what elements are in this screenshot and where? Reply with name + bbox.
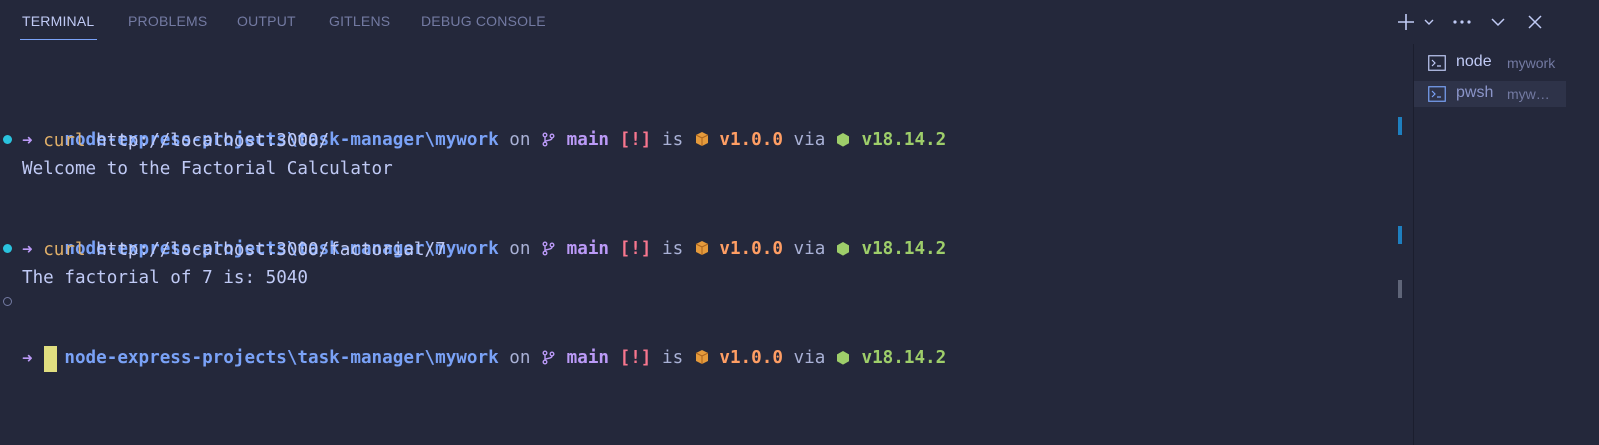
command-name: curl [43,240,86,260]
terminal-name: node [1456,53,1492,70]
prompt-via: via [793,239,826,259]
prompt-via: via [793,348,826,368]
command-line: ➜ curl http://localhost:3000/ [22,128,329,154]
prompt-on: on [509,130,531,150]
tab-gitlens[interactable]: GITLENS [329,13,390,29]
package-version: v1.0.0 [719,348,783,368]
close-icon[interactable] [1527,14,1543,30]
prompt-arrow: ➜ [22,240,33,260]
tab-debug-console[interactable]: DEBUG CONSOLE [421,13,546,29]
prompt-line: node-express-projects\task-manager\mywor… [22,101,946,150]
package-icon [694,347,709,364]
command-line: ➜ curl http://localhost:3000/factorial/7 [22,237,446,263]
chevron-down-icon[interactable] [1423,16,1435,28]
prompt-path: node-express-projects\task-manager\mywor… [64,348,499,368]
prompt-is: is [661,130,684,150]
nodejs-icon [836,238,851,256]
scrollbar-command-mark[interactable] [1398,226,1402,244]
terminal-output[interactable]: node-express-projects\task-manager\mywor… [0,44,1413,445]
package-version: v1.0.0 [719,130,783,150]
tab-terminal[interactable]: TERMINAL [22,13,94,29]
terminal-list: node mywork pwsh mywork [1413,44,1599,445]
node-version: v18.14.2 [861,130,947,150]
more-icon[interactable] [1452,19,1472,25]
git-branch-icon [541,347,556,365]
terminal-icon [1428,86,1446,102]
prompt-via: via [793,130,826,150]
terminal-description: mywork [1507,86,1553,102]
command-output: The factorial of 7 is: 5040 [22,268,308,288]
prompt-arrow: ➜ [22,349,33,369]
package-version: v1.0.0 [719,239,783,259]
nodejs-icon [836,347,851,365]
git-status: [!] [619,239,652,259]
terminal-cursor [44,346,57,372]
collapse-icon[interactable] [1490,15,1506,29]
terminal-icon [1428,55,1446,71]
tab-problems[interactable]: PROBLEMS [128,13,207,29]
new-terminal-icon[interactable] [1396,12,1416,32]
command-success-decoration[interactable] [3,244,12,253]
scrollbar-command-mark[interactable] [1398,117,1402,135]
terminal-name: pwsh [1456,84,1494,101]
command-name: curl [43,131,86,151]
command-args: http://localhost:3000/ [85,131,330,151]
panel-tab-bar: TERMINAL PROBLEMS OUTPUT GITLENS DEBUG C… [0,0,1599,44]
terminal-description: mywork [1507,55,1556,71]
active-tab-indicator [20,39,97,40]
terminal-item-node[interactable]: node mywork [1414,50,1566,76]
prompt-on: on [509,239,531,259]
tab-output[interactable]: OUTPUT [237,13,296,29]
prompt-is: is [661,348,684,368]
git-branch: main [566,130,610,150]
package-icon [694,129,709,146]
terminal-item-pwsh[interactable]: pwsh mywork [1414,81,1566,107]
git-status: [!] [619,348,652,368]
node-version: v18.14.2 [861,239,947,259]
command-success-decoration[interactable] [3,135,12,144]
git-branch: main [566,348,610,368]
git-status: [!] [619,130,652,150]
package-icon [694,238,709,255]
prompt-line: node-express-projects\task-manager\mywor… [22,210,946,259]
scrollbar-command-mark[interactable] [1398,280,1402,298]
git-branch-icon [541,238,556,256]
command-pending-decoration[interactable] [3,297,12,306]
command-line: ➜ [22,346,33,372]
prompt-arrow: ➜ [22,131,33,151]
prompt-line: node-express-projects\task-manager\mywor… [22,319,946,368]
git-branch-icon [541,129,556,147]
prompt-on: on [509,348,531,368]
node-version: v18.14.2 [861,348,947,368]
git-branch: main [566,239,610,259]
command-output: Welcome to the Factorial Calculator [22,159,393,179]
prompt-is: is [661,239,684,259]
nodejs-icon [836,129,851,147]
command-args: http://localhost:3000/factorial/7 [85,240,446,260]
